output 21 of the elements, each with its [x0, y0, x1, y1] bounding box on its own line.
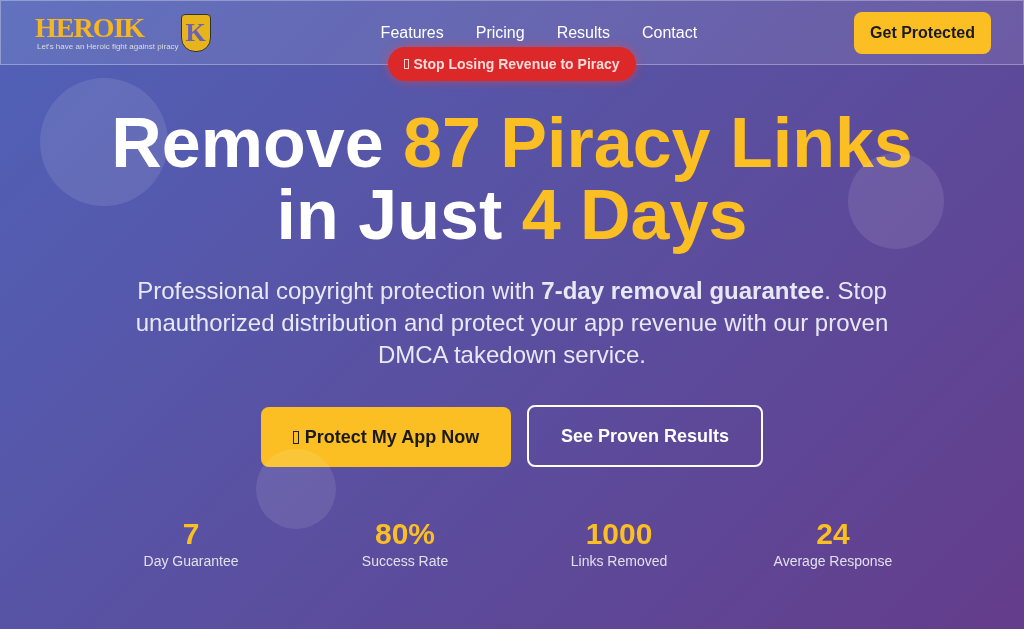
get-protected-button[interactable]: Get Protected	[854, 11, 991, 54]
nav-link[interactable]: Contact	[642, 23, 698, 42]
stat-label: Day Guarantee	[143, 553, 239, 569]
banner-text: Stop Losing Revenue to Piracy	[413, 56, 620, 72]
logo-tagline: Let's have an Heroic fight against piracy	[37, 42, 179, 51]
shield-logo[interactable]: K	[180, 13, 211, 52]
stat-value: 24	[816, 517, 850, 551]
protect-app-button[interactable]: Protect My App Now	[261, 407, 511, 467]
results-button[interactable]: See Proven Results	[527, 405, 763, 467]
stat-label: Links Removed	[570, 553, 668, 569]
stat-value: 1000	[585, 517, 653, 551]
stat-label: Success Rate	[361, 553, 449, 569]
stat-value: 7	[182, 517, 200, 551]
nav-link[interactable]: Pricing	[475, 23, 525, 42]
nav-link[interactable]: Features	[380, 23, 444, 42]
stat-label: Average Response	[773, 553, 893, 569]
stat-value: 80%	[374, 517, 435, 551]
missing-glyph-icon	[404, 59, 410, 69]
missing-glyph-icon	[292, 430, 299, 444]
nav-link[interactable]: Results	[556, 23, 610, 42]
subtitle: Professional copyright protection with 7-day removal guarantee. Stop unauthorized distribution and protect your app revenue with our proven DMCA takedown service.	[134, 276, 890, 370]
